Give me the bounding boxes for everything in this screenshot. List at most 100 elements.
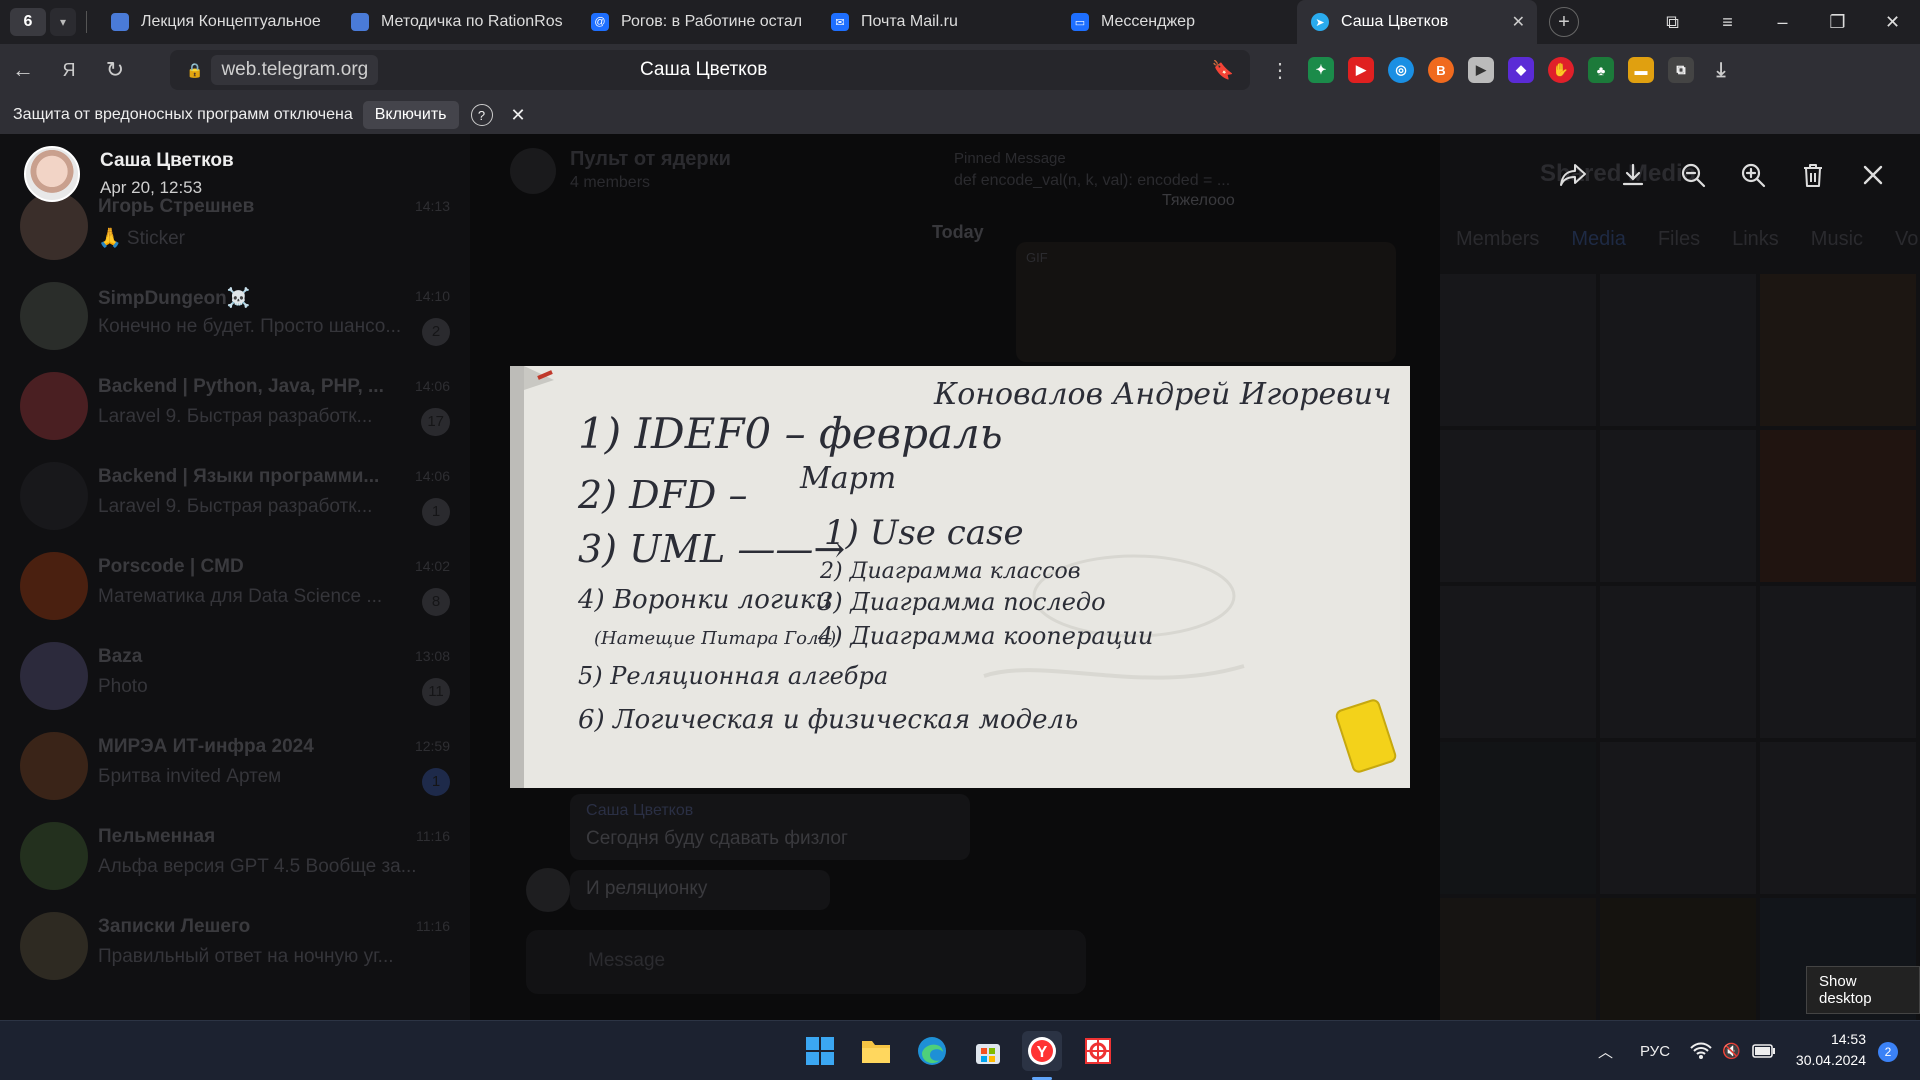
menu-icon[interactable]: ≡ <box>1700 12 1755 33</box>
media-thumb[interactable] <box>1440 274 1596 426</box>
reload-icon[interactable]: ↻ <box>92 57 138 83</box>
chat-item[interactable]: Baza Photo 13:08 11 <box>0 630 470 720</box>
tab-links[interactable]: Links <box>1732 228 1779 251</box>
tab-telegram[interactable]: ➤ Саша Цветков ✕ <box>1297 0 1537 44</box>
url-field[interactable]: 🔒 web.telegram.org Саша Цветков 🔖 <box>170 50 1250 90</box>
media-thumb[interactable] <box>1600 586 1756 738</box>
more-icon[interactable]: ⋮ <box>1270 58 1290 83</box>
collections-icon[interactable]: ⧉ <box>1645 12 1700 33</box>
zoom-in-icon[interactable] <box>1736 158 1770 192</box>
yandex-browser-icon[interactable]: Y <box>1022 1031 1062 1071</box>
media-thumb[interactable] <box>1760 586 1916 738</box>
svg-text:Y: Y <box>1037 1044 1048 1061</box>
hand-ext-icon[interactable]: ✋ <box>1548 57 1574 83</box>
target-ext-icon[interactable]: ◎ <box>1388 57 1414 83</box>
media-thumb[interactable] <box>1600 898 1756 1020</box>
tab-mail[interactable]: ✉ Почта Mail.ru <box>817 0 1057 44</box>
chat-ext-icon[interactable]: ⧉ <box>1668 57 1694 83</box>
url-text[interactable]: web.telegram.org <box>211 55 379 85</box>
tab-messenger[interactable]: ▭ Мессенджер <box>1057 0 1297 44</box>
youtube-ext-icon[interactable]: ▶ <box>1348 57 1374 83</box>
gif-message[interactable]: GIF <box>1016 242 1396 362</box>
brave-ext-icon[interactable]: B <box>1428 57 1454 83</box>
media-thumb[interactable] <box>1440 430 1596 582</box>
tray-chevron-icon[interactable]: ︿ <box>1598 1021 1613 1080</box>
download-icon[interactable]: ⤓ <box>1708 57 1734 83</box>
minimize-icon[interactable]: – <box>1755 12 1810 33</box>
volume-muted-icon[interactable]: 🔇 <box>1722 1021 1741 1080</box>
media-thumb[interactable] <box>1440 898 1596 1020</box>
media-thumb[interactable] <box>1600 274 1756 426</box>
language-indicator[interactable]: РУС <box>1640 1021 1670 1080</box>
chat-preview: Бритва invited Артем <box>98 766 282 787</box>
wifi-icon[interactable] <box>1690 1021 1712 1080</box>
leaf-ext-icon[interactable]: ♣ <box>1588 57 1614 83</box>
sender-avatar[interactable] <box>24 146 80 202</box>
media-thumb[interactable] <box>1600 430 1756 582</box>
chat-time: 12:59 <box>414 738 450 754</box>
whiteboard-line: 4) Диаграмма кооперации <box>817 622 1153 650</box>
tab-media[interactable]: Media <box>1571 228 1625 251</box>
close-window-icon[interactable]: ✕ <box>1865 12 1920 33</box>
tab-lecture[interactable]: Лекция Концептуальное <box>97 0 337 44</box>
store-icon[interactable] <box>968 1031 1008 1071</box>
help-icon[interactable]: ? <box>470 104 493 126</box>
whiteboard-line: 2) Диаграмма классов <box>819 559 1081 584</box>
play-ext-icon[interactable]: ▶ <box>1468 57 1494 83</box>
vpn-ext-icon[interactable]: ◆ <box>1508 57 1534 83</box>
media-photo[interactable]: Коновалов Андрей Игоревич 1) IDEF0 – фев… <box>510 366 1410 788</box>
notification-badge[interactable]: 2 <box>1878 1042 1898 1062</box>
battery-ext-icon[interactable]: ▬ <box>1628 57 1654 83</box>
tab-voice[interactable]: Vo <box>1895 228 1918 251</box>
system-clock[interactable]: 14:53 30.04.2024 <box>1796 1029 1866 1071</box>
chat-preview: Правильный ответ на ночную уг... <box>98 946 394 967</box>
message-input[interactable]: Message <box>526 930 1086 994</box>
address-bar-row: ← Я ↻ 🔒 web.telegram.org Саша Цветков 🔖 … <box>0 44 1920 96</box>
bookmark-icon[interactable]: 🔖 <box>1212 60 1234 81</box>
tab-music[interactable]: Music <box>1811 228 1863 251</box>
yandex-icon[interactable]: Я <box>46 60 92 81</box>
file-explorer-icon[interactable] <box>856 1031 896 1071</box>
media-thumb[interactable] <box>1600 742 1756 894</box>
chat-name: Записки Лешего <box>98 916 251 937</box>
tab-rogov[interactable]: @ Рогов: в Работине остал <box>577 0 817 44</box>
battery-icon[interactable] <box>1752 1021 1776 1080</box>
restore-icon[interactable]: ❐ <box>1810 12 1865 33</box>
message-date: Apr 20, 12:53 <box>100 178 203 197</box>
close-icon[interactable] <box>1856 158 1890 192</box>
start-icon[interactable] <box>800 1031 840 1071</box>
edge-icon[interactable] <box>912 1031 952 1071</box>
sender-name[interactable]: Саша Цветков <box>100 150 234 172</box>
forward-icon[interactable] <box>1556 158 1590 192</box>
chat-item[interactable]: Backend | Python, Java, PHP, ... Laravel… <box>0 360 470 450</box>
media-thumb[interactable] <box>1760 742 1916 894</box>
tab-files[interactable]: Files <box>1658 228 1700 251</box>
unread-badge: 1 <box>422 498 450 526</box>
tab-methodichka[interactable]: Методичка по RationRose <box>337 0 577 44</box>
tab-members[interactable]: Members <box>1456 228 1539 251</box>
new-tab-button[interactable]: + <box>1549 7 1579 37</box>
close-bar-icon[interactable]: ✕ <box>511 105 526 126</box>
tab-dropdown-icon[interactable]: ▾ <box>50 8 76 36</box>
close-tab-icon[interactable]: ✕ <box>1512 12 1525 32</box>
tab-count-button[interactable]: 6 <box>10 8 46 36</box>
extension-puzzle-icon[interactable]: ✦ <box>1308 57 1334 83</box>
media-thumb[interactable] <box>1760 430 1916 582</box>
chat-item[interactable]: SimpDungeon☠️ Конечно не будет. Просто ш… <box>0 270 470 360</box>
download-icon[interactable] <box>1616 158 1650 192</box>
chat-item[interactable]: Porscode | CMD Математика для Data Scien… <box>0 540 470 630</box>
chat-item[interactable]: Пельменная Альфа версия GPT 4.5 Вообще з… <box>0 810 470 900</box>
chat-item[interactable]: МИРЭА ИТ-инфра 2024 Бритва invited Артем… <box>0 720 470 810</box>
whiteboard-line: 1) Use case <box>824 513 1024 553</box>
media-thumb[interactable] <box>1440 742 1596 894</box>
enable-protection-button[interactable]: Включить <box>362 101 459 129</box>
back-icon[interactable]: ← <box>0 57 46 83</box>
snipping-tool-icon[interactable] <box>1078 1031 1118 1071</box>
chat-item[interactable]: Записки Лешего Правильный ответ на ночну… <box>0 900 470 990</box>
zoom-out-icon[interactable] <box>1676 158 1710 192</box>
media-grid <box>1440 274 1920 1020</box>
delete-icon[interactable] <box>1796 158 1830 192</box>
media-thumb[interactable] <box>1440 586 1596 738</box>
media-thumb[interactable] <box>1760 274 1916 426</box>
chat-item[interactable]: Backend | Языки программи... Laravel 9. … <box>0 450 470 540</box>
